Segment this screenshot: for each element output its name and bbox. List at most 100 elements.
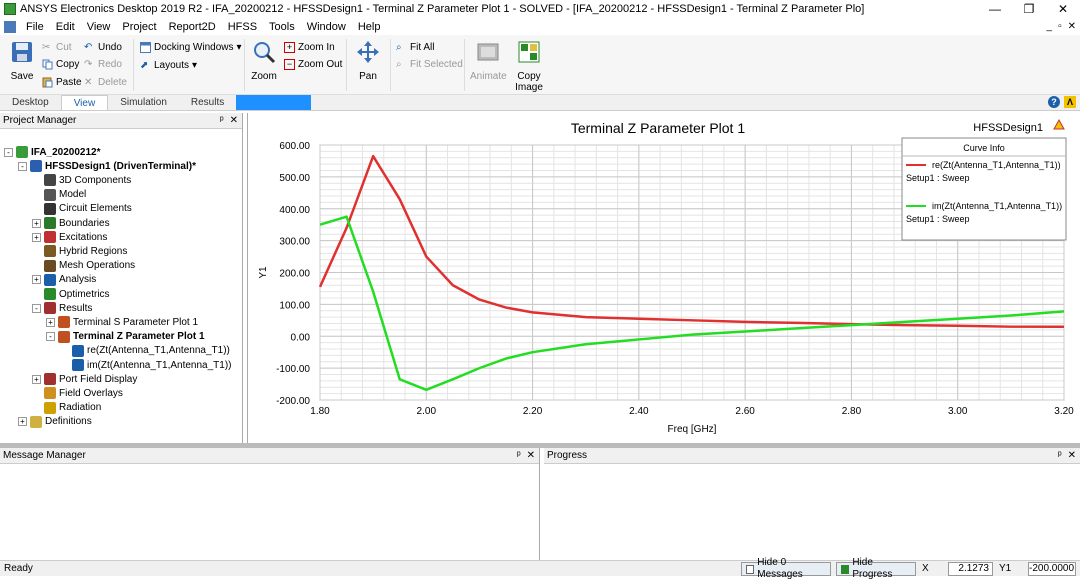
tree-node-icon <box>44 217 56 229</box>
tree-item[interactable]: - IFA_20200212* <box>4 145 101 159</box>
chart-title: Terminal Z Parameter Plot 1 <box>571 120 745 136</box>
ribbon-separator <box>346 39 347 91</box>
delete-icon: ✕ <box>84 76 93 88</box>
menu-edit[interactable]: Edit <box>50 21 81 33</box>
ansys-logo-icon <box>1053 118 1065 130</box>
hide-messages-label: Hide 0 Messages <box>757 557 803 580</box>
close-icon[interactable]: ✕ <box>1068 448 1076 464</box>
legend-series-name: im(Zt(Antenna_T1,Antenna_T1)) <box>932 201 1062 211</box>
layouts-label: Layouts <box>154 59 190 71</box>
tree-item[interactable]: Mesh Operations <box>32 259 135 273</box>
doc-minimize-button[interactable]: _ <box>1047 18 1053 35</box>
copy-image-icon <box>518 41 540 63</box>
tree-item[interactable]: + Terminal S Parameter Plot 1 <box>46 315 198 329</box>
redo-button[interactable]: ↷ Redo <box>84 56 122 72</box>
tree-item[interactable]: + Port Field Display <box>32 372 137 386</box>
tree-item[interactable]: Model <box>32 188 86 202</box>
doc-close-button[interactable]: ✕ <box>1068 18 1076 35</box>
tree-item[interactable]: + Excitations <box>32 230 107 244</box>
close-icon[interactable]: ✕ <box>230 113 238 129</box>
tree-item-label: im(Zt(Antenna_T1,Antenna_T1)) <box>87 359 232 371</box>
tree-item[interactable]: Optimetrics <box>32 287 110 301</box>
doc-restore-button[interactable]: ▫ <box>1058 18 1062 35</box>
menu-help[interactable]: Help <box>352 21 387 33</box>
ribbon-separator <box>133 39 134 91</box>
expand-icon[interactable]: + <box>46 317 55 327</box>
tree-item[interactable]: + Boundaries <box>32 216 110 230</box>
tree-item[interactable]: 3D Components <box>32 173 131 187</box>
tree-item[interactable]: Hybrid Regions <box>32 244 127 258</box>
tab-desktop[interactable]: Desktop <box>0 95 61 110</box>
tree-item[interactable]: + Analysis <box>32 273 96 287</box>
tab-results[interactable]: Results <box>179 95 236 110</box>
menu-view[interactable]: View <box>81 21 117 33</box>
copy-button[interactable]: Copy <box>42 56 79 72</box>
tree-node-icon <box>44 302 56 315</box>
close-icon[interactable]: ✕ <box>527 448 535 464</box>
copy-image-label-line1: Copy <box>517 71 541 82</box>
tree-node-icon <box>72 359 84 371</box>
collapse-icon[interactable]: - <box>46 332 55 342</box>
tree-item[interactable]: Field Overlays <box>32 386 123 400</box>
tab-simulation[interactable]: Simulation <box>108 95 179 110</box>
pin-icon[interactable]: ᵖ <box>517 448 521 464</box>
tree-item[interactable]: - Results <box>32 301 92 315</box>
layouts-button[interactable]: ⬈ Layouts ▾ <box>140 57 197 73</box>
paste-label: Paste <box>56 76 82 88</box>
docking-windows-button[interactable]: Docking Windows ▾ <box>140 39 242 55</box>
expand-icon[interactable]: + <box>32 275 41 285</box>
save-button[interactable]: Save <box>8 39 36 82</box>
zoom-in-button[interactable]: + Zoom In <box>284 39 335 55</box>
minimize-button[interactable]: — <box>978 0 1012 18</box>
tab-view[interactable]: View <box>60 95 109 110</box>
paste-button[interactable]: Paste <box>42 74 82 90</box>
tree-item[interactable]: - Terminal Z Parameter Plot 1 <box>46 330 205 344</box>
help-icon[interactable]: ? <box>1048 96 1060 108</box>
collapse-icon[interactable]: - <box>32 303 41 313</box>
hide-progress-button[interactable]: Hide Progress <box>836 557 916 580</box>
menu-report2d[interactable]: Report2D <box>163 21 222 33</box>
pin-icon[interactable]: ᵖ <box>1058 448 1062 464</box>
pan-button[interactable]: Pan <box>354 39 382 82</box>
expand-icon[interactable]: + <box>32 374 41 384</box>
expand-icon[interactable]: + <box>32 232 41 242</box>
expand-icon[interactable]: + <box>18 417 27 427</box>
menu-tools[interactable]: Tools <box>263 21 301 33</box>
pin-icon[interactable]: ᵖ <box>220 113 224 129</box>
menu-window[interactable]: Window <box>301 21 352 33</box>
line-chart[interactable]: 1.80 2.00 2.20 2.40 2.60 2.80 3.00 3.20 600.00 50… <box>248 113 1080 443</box>
zoom-button[interactable]: Zoom <box>250 39 278 82</box>
hide-messages-button[interactable]: Hide 0 Messages <box>741 557 831 580</box>
tree-item[interactable]: Circuit Elements <box>32 202 132 216</box>
collapse-icon[interactable]: - <box>4 147 13 157</box>
delete-button[interactable]: ✕ Delete <box>84 74 127 90</box>
restore-button[interactable]: ❐ <box>1012 0 1046 18</box>
tab-automation[interactable]: Automation <box>236 95 311 110</box>
zoom-out-button[interactable]: − Zoom Out <box>284 56 342 72</box>
fit-selected-button[interactable]: ⌕ Fit Selected <box>396 56 463 72</box>
y-axis-label: Y1 <box>258 266 269 279</box>
tree-item-label: Mesh Operations <box>59 260 136 272</box>
copy-image-button[interactable]: Copy Image <box>512 39 546 93</box>
tree-node-icon <box>30 415 42 428</box>
tree-item[interactable]: im(Zt(Antenna_T1,Antenna_T1)) <box>60 358 232 372</box>
chevron-down-icon: ▾ <box>236 41 242 53</box>
expand-icon[interactable]: + <box>32 218 41 228</box>
tree-node-icon <box>44 259 56 272</box>
cut-button[interactable]: ✂ Cut <box>42 39 72 55</box>
tree-item[interactable]: Radiation <box>32 401 101 415</box>
y-tick-label: 600.00 <box>279 141 310 152</box>
tree-item-label: 3D Components <box>59 174 132 186</box>
menu-hfss[interactable]: HFSS <box>222 21 263 33</box>
menu-project[interactable]: Project <box>116 21 162 33</box>
close-button[interactable]: ✕ <box>1046 0 1080 18</box>
tree-item[interactable]: + Definitions <box>18 415 92 429</box>
undo-button[interactable]: ↶ Undo <box>84 39 122 55</box>
fit-all-button[interactable]: ⌕ Fit All <box>396 39 434 55</box>
tree-item-label: Analysis <box>59 274 97 286</box>
tree-item[interactable]: - HFSSDesign1 (DrivenTerminal)* <box>18 159 196 173</box>
menu-file[interactable]: File <box>20 21 50 33</box>
tree-item[interactable]: re(Zt(Antenna_T1,Antenna_T1)) <box>60 344 230 358</box>
collapse-icon[interactable]: - <box>18 161 27 171</box>
animate-button[interactable]: Animate <box>470 39 507 82</box>
